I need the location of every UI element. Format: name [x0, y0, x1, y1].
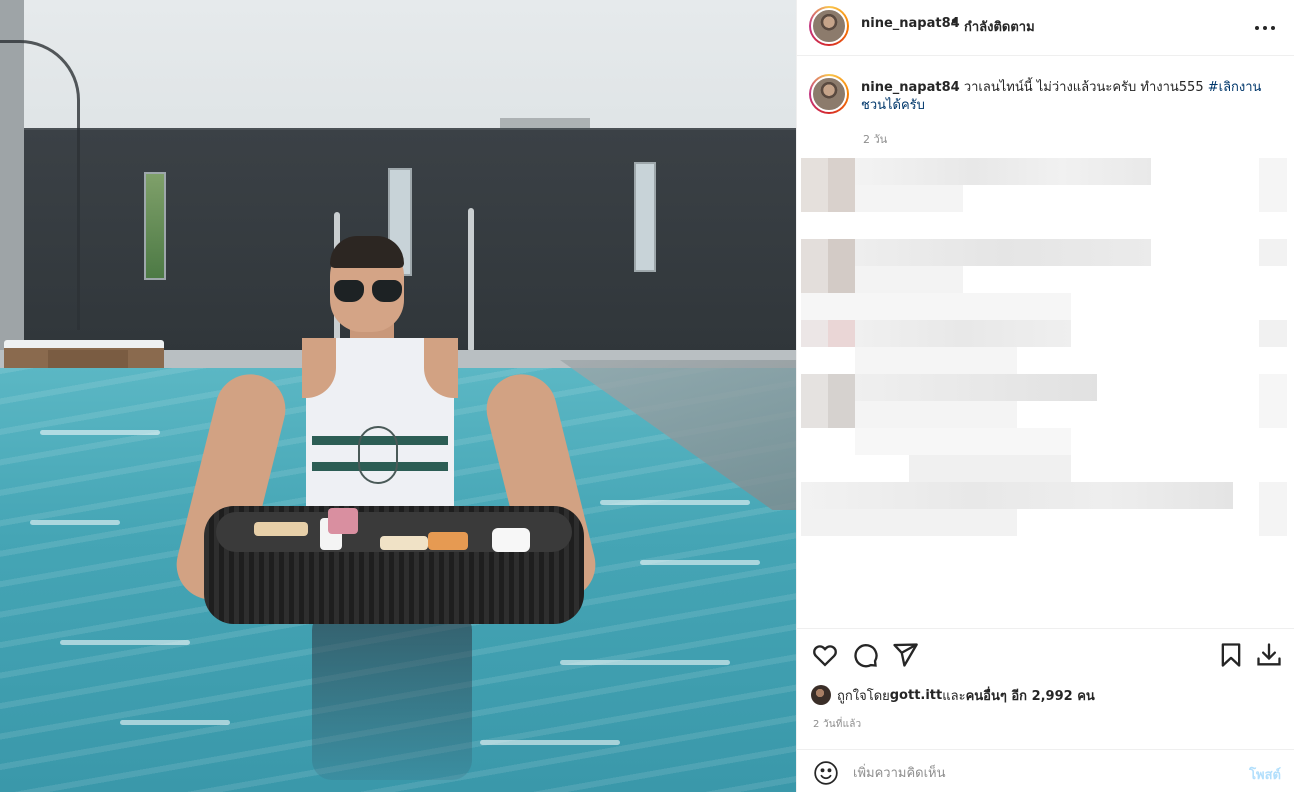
post-actions: ถูกใจโดย gott.itt และ คนอื่นๆ อีก 2,992 …: [797, 628, 1294, 792]
likes-summary[interactable]: ถูกใจโดย gott.itt และ คนอื่นๆ อีก 2,992 …: [811, 685, 1095, 705]
caption-text: วาเลนไทน์นี้ ไม่ว่างแล้วนะครับ ทำงาน555: [959, 80, 1208, 95]
caption-avatar[interactable]: [809, 74, 849, 114]
first-liker-link[interactable]: gott.itt: [890, 688, 943, 703]
post-caption: nine_napat84 วาเลนไทน์นี้ ไม่ว่างแล้วนะค…: [861, 79, 1277, 115]
likes-middle: และ: [942, 688, 966, 704]
post-username[interactable]: nine_napat84: [861, 16, 960, 31]
header-separator: •: [950, 15, 959, 30]
avatar[interactable]: [809, 6, 849, 46]
post-header: nine_napat84 • กำลังติดตาม: [797, 0, 1294, 56]
caption-timestamp: 2 วัน: [863, 133, 888, 146]
download-icon[interactable]: [1255, 641, 1283, 669]
comment-bar: โพสต์: [797, 749, 1294, 792]
others-likes-link[interactable]: คนอื่นๆ อีก 2,992 คน: [966, 685, 1095, 706]
likes-prefix: ถูกใจโดย: [837, 688, 890, 704]
comment-input[interactable]: [853, 760, 1213, 786]
liker-avatar[interactable]: [811, 685, 831, 705]
emoji-icon[interactable]: [813, 760, 839, 786]
post-side-panel: nine_napat84 • กำลังติดตาม nine_napat84 …: [796, 0, 1294, 792]
comment-icon[interactable]: [851, 641, 879, 669]
bookmark-icon[interactable]: [1217, 641, 1245, 669]
post-comment-button[interactable]: โพสต์: [1249, 764, 1281, 785]
heart-icon[interactable]: [811, 641, 839, 669]
instagram-post: nine_napat84 • กำลังติดตาม nine_napat84 …: [0, 0, 1294, 792]
more-options-icon[interactable]: [1255, 18, 1277, 38]
post-photo[interactable]: [0, 0, 796, 792]
paper-plane-icon[interactable]: [891, 641, 919, 669]
follow-status-button[interactable]: กำลังติดตาม: [964, 16, 1035, 37]
post-timestamp[interactable]: 2 วันที่แล้ว: [813, 717, 861, 732]
caption-username[interactable]: nine_napat84: [861, 80, 960, 95]
